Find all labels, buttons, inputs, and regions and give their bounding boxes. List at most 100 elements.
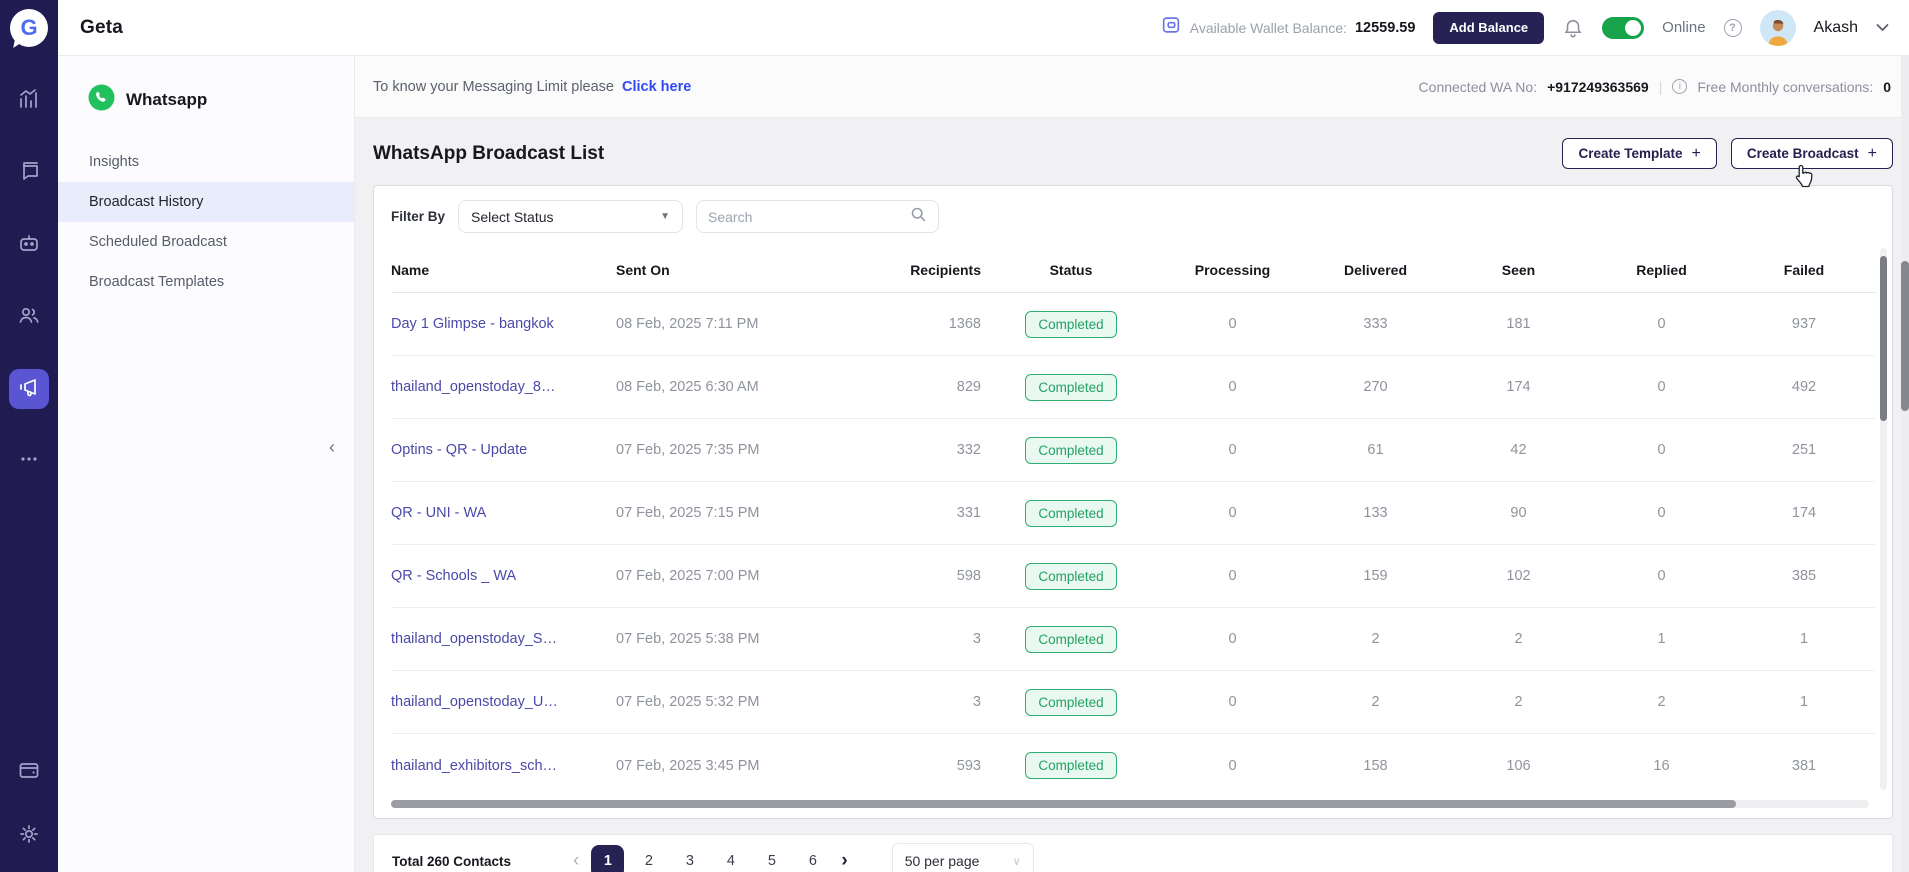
search-box — [696, 200, 939, 233]
column-header-delivered: Delivered — [1304, 262, 1447, 278]
status-badge: Completed — [1025, 311, 1116, 338]
bot-icon — [17, 231, 41, 260]
window-scrollbar[interactable] — [1901, 56, 1909, 872]
sidebar-item-broadcast-templates[interactable]: Broadcast Templates — [58, 262, 354, 302]
rail-item-more[interactable] — [9, 441, 49, 481]
page-number-5[interactable]: 5 — [755, 845, 788, 872]
rail-item-insights[interactable] — [9, 81, 49, 121]
cell-sent_on: 08 Feb, 2025 6:30 AM — [616, 379, 866, 395]
cell-sent_on: 07 Feb, 2025 5:32 PM — [616, 694, 866, 710]
wallet-icon — [17, 758, 41, 787]
cell-delivered: 2 — [1304, 694, 1447, 710]
broadcast-name-link[interactable]: Day 1 Glimpse - bangkok — [391, 316, 554, 332]
pagination-bar: Total 260 Contacts ‹ 123456 › 50 per pag… — [373, 834, 1893, 872]
cell-failed: 492 — [1733, 379, 1875, 395]
page-prev-chevron-icon[interactable]: ‹ — [569, 850, 583, 872]
rail-item-settings[interactable] — [9, 816, 49, 856]
status-filter-select[interactable]: Select Status ▼ — [458, 200, 683, 233]
sidebar-section-header: Whatsapp — [58, 56, 354, 116]
table-row: thailand_openstoday_U… 07 Feb, 2025 5:32 … — [391, 671, 1875, 734]
cell-delivered: 333 — [1304, 316, 1447, 332]
page-number-6[interactable]: 6 — [796, 845, 829, 872]
app-logo[interactable]: G — [10, 9, 48, 47]
search-input[interactable] — [708, 209, 910, 225]
cell-replied: 0 — [1590, 568, 1733, 584]
sidebar-item-scheduled-broadcast[interactable]: Scheduled Broadcast — [58, 222, 354, 262]
status-badge: Completed — [1025, 500, 1116, 527]
cell-delivered: 133 — [1304, 505, 1447, 521]
rail-item-chats[interactable] — [9, 153, 49, 193]
status-badge: Completed — [1025, 563, 1116, 590]
sidebar-item-broadcast-history[interactable]: Broadcast History — [58, 182, 354, 222]
page-number-1[interactable]: 1 — [591, 845, 624, 872]
total-contacts-label: Total 260 Contacts — [392, 854, 511, 869]
broadcast-name-link[interactable]: thailand_openstoday_S… — [391, 631, 557, 647]
rail-item-bot[interactable] — [9, 225, 49, 265]
cell-failed: 937 — [1733, 316, 1875, 332]
cell-delivered: 159 — [1304, 568, 1447, 584]
broadcast-name-link[interactable]: QR - Schools _ WA — [391, 568, 516, 584]
status-badge: Completed — [1025, 374, 1116, 401]
table-vertical-scrollbar-thumb[interactable] — [1880, 256, 1887, 421]
rail-item-wallet[interactable] — [9, 752, 49, 792]
broadcast-name-link[interactable]: Optins - QR - Update — [391, 442, 527, 458]
info-circle-icon: i — [1672, 79, 1687, 94]
rail-item-contacts[interactable] — [9, 297, 49, 337]
window-scrollbar-thumb[interactable] — [1901, 261, 1909, 411]
column-header-status: Status — [981, 262, 1161, 278]
search-icon[interactable] — [910, 206, 927, 228]
table-row: Day 1 Glimpse - bangkok08 Feb, 2025 7:11… — [391, 293, 1875, 356]
column-header-replied: Replied — [1590, 262, 1733, 278]
help-icon[interactable]: ? — [1724, 19, 1742, 37]
broadcast-list-card: Filter By Select Status ▼ NameSent OnRec… — [373, 185, 1893, 819]
table-horizontal-scrollbar-thumb[interactable] — [391, 800, 1736, 808]
users-icon — [17, 303, 41, 332]
column-header-name: Name — [391, 262, 616, 278]
broadcast-icon — [17, 375, 41, 404]
rail-item-broadcast[interactable] — [9, 369, 49, 409]
per-page-select[interactable]: 50 per page ∨ — [892, 843, 1034, 872]
cell-processing: 0 — [1161, 568, 1304, 584]
table-header-row: NameSent OnRecipientsStatusProcessingDel… — [391, 247, 1875, 293]
table-horizontal-scrollbar[interactable] — [391, 800, 1869, 808]
broadcast-name-link[interactable]: thailand_openstoday_U… — [391, 694, 558, 710]
cell-seen: 90 — [1447, 505, 1590, 521]
sidebar-collapse-chevron-icon[interactable]: ‹ — [322, 438, 342, 458]
top-bar: Geta Available Wallet Balance: 12559.59 … — [58, 0, 1909, 56]
table-row: QR - UNI - WA07 Feb, 2025 7:15 PM331Comp… — [391, 482, 1875, 545]
cell-recipients: 598 — [866, 568, 981, 584]
notification-bell-icon[interactable] — [1562, 17, 1584, 39]
cell-recipients: 331 — [866, 505, 981, 521]
online-toggle[interactable] — [1602, 17, 1644, 39]
create-broadcast-button[interactable]: Create Broadcast + — [1731, 138, 1893, 169]
cell-replied: 0 — [1590, 379, 1733, 395]
per-page-caret-icon: ∨ — [1013, 855, 1021, 868]
cell-recipients: 593 — [866, 758, 981, 774]
add-balance-button[interactable]: Add Balance — [1433, 12, 1544, 44]
table-row: thailand_openstoday_8… 08 Feb, 2025 6:30 … — [391, 356, 1875, 419]
cell-processing: 0 — [1161, 442, 1304, 458]
page-number-2[interactable]: 2 — [632, 845, 665, 872]
table-row: Optins - QR - Update07 Feb, 2025 7:35 PM… — [391, 419, 1875, 482]
whatsapp-icon — [88, 84, 115, 116]
page-number-3[interactable]: 3 — [673, 845, 706, 872]
page-next-chevron-icon[interactable]: › — [837, 850, 851, 872]
cell-seen: 174 — [1447, 379, 1590, 395]
click-here-link[interactable]: Click here — [622, 79, 691, 95]
broadcast-name-link[interactable]: QR - UNI - WA — [391, 505, 486, 521]
cell-seen: 102 — [1447, 568, 1590, 584]
cell-seen: 181 — [1447, 316, 1590, 332]
plus-icon: + — [1692, 145, 1701, 163]
column-header-processing: Processing — [1161, 262, 1304, 278]
create-template-button[interactable]: Create Template + — [1562, 138, 1716, 169]
broadcast-name-link[interactable]: thailand_openstoday_8… — [391, 379, 555, 395]
avatar[interactable] — [1760, 10, 1796, 46]
gear-icon — [17, 822, 41, 851]
page-number-4[interactable]: 4 — [714, 845, 747, 872]
broadcast-table: NameSent OnRecipientsStatusProcessingDel… — [391, 247, 1875, 797]
cell-processing: 0 — [1161, 694, 1304, 710]
sidebar-item-insights[interactable]: Insights — [58, 142, 354, 182]
user-menu-chevron-icon[interactable] — [1876, 21, 1889, 35]
broadcast-name-link[interactable]: thailand_exhibitors_sch… — [391, 758, 557, 774]
wallet-balance-label: Available Wallet Balance: — [1190, 20, 1347, 36]
